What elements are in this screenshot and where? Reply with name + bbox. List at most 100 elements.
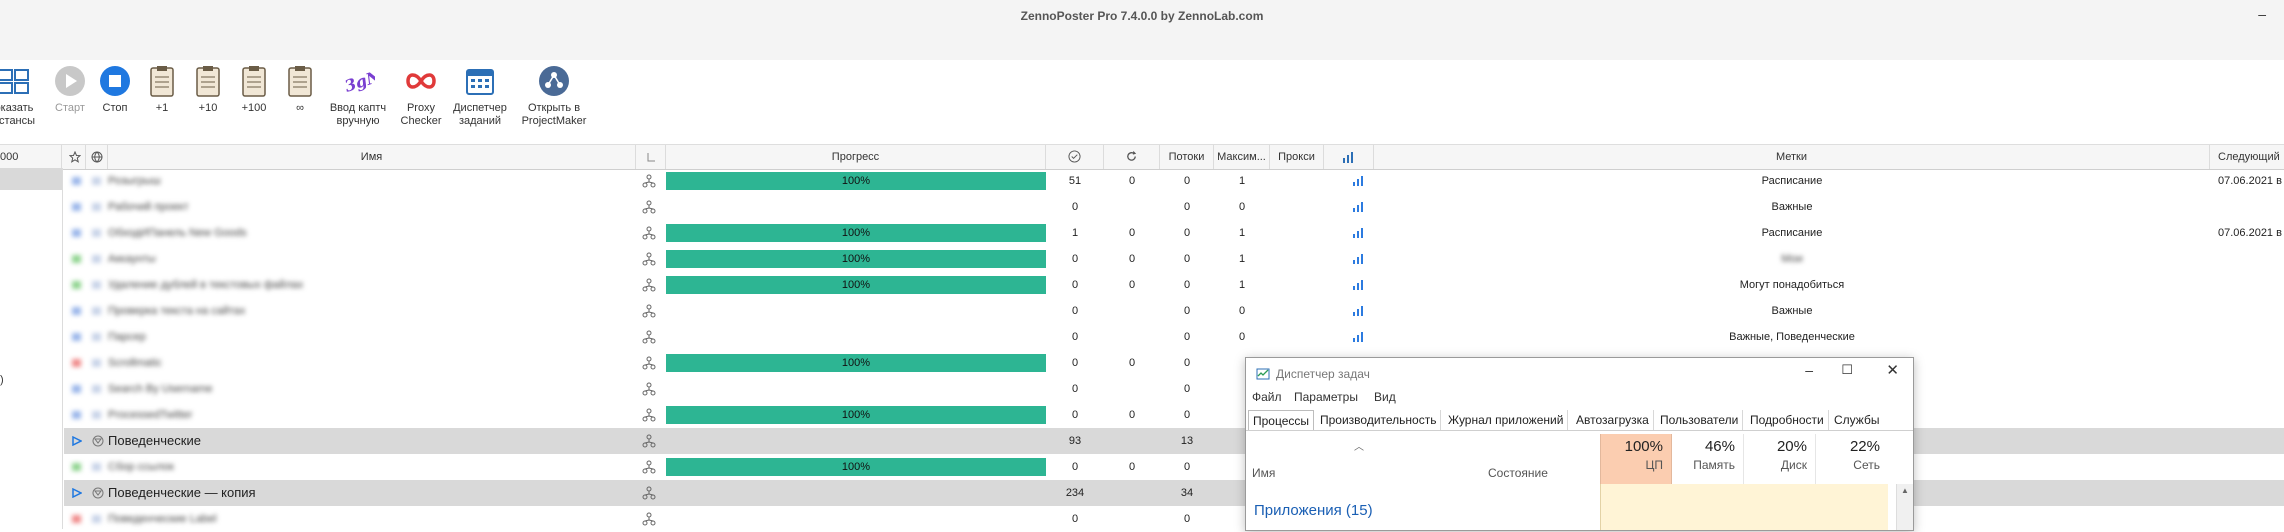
done-column-header[interactable]	[1046, 145, 1104, 169]
name-column-header[interactable]: Имя	[108, 145, 636, 169]
project-tree-icon[interactable]	[642, 174, 656, 188]
next-run-column-header[interactable]: Следующий	[2210, 145, 2284, 169]
max-count: 0	[1238, 305, 1246, 317]
project-tree-icon[interactable]	[642, 200, 656, 214]
progress-bar: 100%	[666, 458, 1046, 476]
progress-column-header[interactable]: Прогресс	[666, 145, 1046, 169]
project-tree-icon[interactable]	[642, 382, 656, 396]
next-run	[2218, 376, 2284, 402]
table-row[interactable]: Удаление дублей в текстовых файлах 100% 0 0…	[64, 272, 2284, 298]
tm-maximize-button[interactable]: ☐	[1841, 362, 1853, 378]
tab-app-history[interactable]: Журнал приложений	[1444, 410, 1569, 430]
table-row[interactable]: Рабочий проект 0 0 0 Важные	[64, 194, 2284, 220]
toolbar-label: Старт	[55, 102, 85, 114]
status-column-header[interactable]	[86, 145, 108, 169]
table-row[interactable]: ProcessedTwitter 100% 0 0 0	[64, 402, 2284, 428]
add-1-button[interactable]: +1	[142, 60, 182, 115]
stats-icon[interactable]	[1352, 280, 1364, 290]
tm-close-button[interactable]: ✕	[1886, 361, 1899, 379]
max-count: 0	[1238, 201, 1246, 213]
table-row[interactable]: Проверка текста на сайтах 0 0 0 Важные	[64, 298, 2284, 324]
project-tree-icon[interactable]	[642, 408, 656, 422]
toolbar-label: Открыть в ProjectMaker	[521, 102, 587, 127]
project-tree-icon[interactable]	[642, 304, 656, 318]
tm-col-name[interactable]: Имя	[1252, 434, 1402, 484]
threads-column-header[interactable]: Потоки	[1160, 145, 1214, 169]
tab-processes[interactable]: Процессы	[1248, 410, 1315, 430]
project-tree-icon[interactable]	[642, 278, 656, 292]
table-row[interactable]: Розыгрыш 100% 51 0 0 1 Расписание 07.06.2021 в	[64, 168, 2284, 194]
tm-scrollbar[interactable]: ▲	[1896, 484, 1913, 530]
project-tree-icon[interactable]	[642, 330, 656, 344]
expand-play-icon[interactable]	[72, 436, 82, 446]
group-row[interactable]: Поведенческие — копия 234 34	[64, 480, 2284, 506]
table-row[interactable]: ОбходИПанель New Goods 100% 1 0 0 1 Расписание…	[64, 220, 2284, 246]
expand-play-icon[interactable]	[72, 488, 82, 498]
tm-col-cpu[interactable]: 100% ЦП	[1600, 434, 1672, 484]
project-tree-icon[interactable]	[642, 356, 656, 370]
tab-details[interactable]: Подробности	[1746, 410, 1829, 430]
group-row[interactable]: Поведенческие 93 13	[64, 428, 2284, 454]
table-row[interactable]: Аккаунты 100% 0 0 0 1 Мои	[64, 246, 2284, 272]
tab-users[interactable]: Пользователи	[1656, 410, 1744, 430]
table-row[interactable]: Сбор ссылок 100% 0 0 0	[64, 454, 2284, 480]
open-in-projectmaker-button[interactable]: Открыть в ProjectMaker	[514, 60, 594, 128]
proxy-status-icon	[92, 307, 101, 315]
stats-icon[interactable]	[1352, 254, 1364, 264]
tm-col-memory[interactable]: 46% Память	[1672, 434, 1744, 484]
max-column-header[interactable]: Максим...	[1214, 145, 1270, 169]
stats-icon[interactable]	[1352, 306, 1364, 316]
proxy-column-header[interactable]: Прокси	[1270, 145, 1324, 169]
task-manager-window[interactable]: Диспетчер задач – ☐ ✕ Файл Параметры Вид…	[1245, 357, 1914, 531]
project-tree-icon[interactable]	[642, 226, 656, 240]
add-infinite-button[interactable]: ∞	[280, 60, 320, 115]
tm-menu-file[interactable]: Файл	[1252, 390, 1282, 404]
tm-minimize-button[interactable]: –	[1805, 362, 1813, 378]
tags-column-header[interactable]: Метки	[1374, 145, 2210, 169]
favorite-column-header[interactable]	[64, 145, 86, 169]
project-tree-icon[interactable]	[642, 434, 656, 448]
table-row[interactable]: Search By Username 0 0	[64, 376, 2284, 402]
manual-captcha-button[interactable]: 3gN Ввод каптч вручную	[322, 60, 394, 128]
left-pane-selected-item[interactable]	[0, 168, 62, 190]
project-tree-icon[interactable]	[642, 486, 656, 500]
add-10-button[interactable]: +10	[188, 60, 228, 115]
stats-icon[interactable]	[1352, 332, 1364, 342]
project-tree-icon[interactable]	[642, 460, 656, 474]
project-tree-icon[interactable]	[642, 252, 656, 266]
tm-apps-group[interactable]: Приложения (15)	[1254, 502, 1373, 519]
stats-icon[interactable]	[1352, 228, 1364, 238]
tab-performance[interactable]: Производительность	[1316, 410, 1442, 430]
show-instances-button[interactable]: оказать нстансы	[0, 60, 42, 128]
proxy-checker-button[interactable]: Proxy Checker	[396, 60, 446, 128]
proxy-status-icon	[92, 385, 101, 393]
stats-icon[interactable]	[1352, 202, 1364, 212]
add-100-button[interactable]: +100	[234, 60, 274, 115]
table-row[interactable]: Поведенческие Label 0 0	[64, 506, 2284, 532]
tm-col-disk[interactable]: 20% Диск	[1744, 434, 1816, 484]
retry-count	[1104, 194, 1160, 220]
tm-menu-options[interactable]: Параметры	[1294, 390, 1358, 404]
table-row[interactable]: Парсер 0 0 0 Важные, Поведенческие	[64, 324, 2284, 350]
retry-column-header[interactable]	[1104, 145, 1160, 169]
task-name: Рабочий проект	[108, 201, 189, 213]
done-count: 0	[1071, 201, 1079, 213]
max-count: 1	[1238, 175, 1246, 187]
retry-count: 0	[1128, 253, 1136, 265]
tab-startup[interactable]: Автозагрузка	[1572, 410, 1654, 430]
start-button[interactable]: Старт	[50, 60, 90, 115]
table-row[interactable]: Scrollmatic 100% 0 0 0	[64, 350, 2284, 376]
task-scheduler-button[interactable]: Диспетчер заданий	[448, 60, 512, 128]
tm-menu-view[interactable]: Вид	[1374, 390, 1396, 404]
tm-col-network[interactable]: 22% Сеть	[1816, 434, 1888, 484]
stats-icon[interactable]	[1352, 176, 1364, 186]
project-tree-icon[interactable]	[642, 512, 656, 526]
minimize-button[interactable]: –	[2258, 6, 2266, 22]
stats-column-header[interactable]	[1324, 145, 1374, 169]
tab-services[interactable]: Службы	[1830, 410, 1883, 430]
sort-column-header[interactable]	[636, 145, 666, 169]
tm-network-cell	[1816, 484, 1888, 530]
retry-count	[1104, 376, 1160, 402]
scroll-up-icon[interactable]: ▲	[1897, 486, 1913, 495]
stop-button[interactable]: Стоп	[95, 60, 135, 115]
